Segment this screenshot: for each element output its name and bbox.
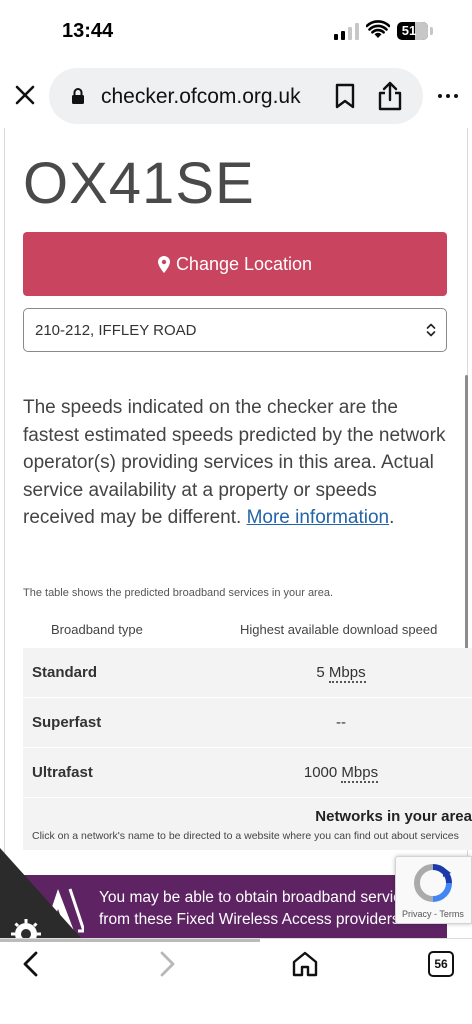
home-icon[interactable]: [290, 949, 320, 979]
map-pin-icon: [157, 255, 170, 273]
column-header-type: Broadband type: [51, 622, 143, 637]
lock-icon: [72, 88, 84, 104]
battery-level: 51: [401, 23, 417, 38]
status-bar: 13:44 51: [0, 0, 472, 64]
row-type: Ultrafast: [32, 764, 93, 781]
row-speed-value: 1000: [303, 764, 338, 781]
row-type: Standard: [32, 664, 98, 681]
forward-arrow-icon[interactable]: [154, 949, 180, 979]
row-speed-value: 5: [316, 664, 325, 681]
row-speed-unit[interactable]: Mbps: [328, 664, 366, 683]
battery-icon: 51: [397, 22, 428, 40]
address-bar[interactable]: checker.ofcom.org.uk: [49, 68, 423, 124]
url-text: checker.ofcom.org.uk: [101, 85, 301, 108]
row-speed-value: --: [336, 714, 346, 731]
row-type: Superfast: [32, 714, 102, 731]
change-location-button[interactable]: Change Location: [23, 232, 447, 296]
cellular-signal-icon: [334, 22, 360, 40]
battery-cap: [430, 27, 433, 35]
tabs-count-button[interactable]: 56: [428, 951, 454, 977]
recaptcha-text: Privacy - Terms: [402, 909, 464, 919]
address-selected-value: 210-212, IFFLEY ROAD: [35, 322, 197, 339]
info-end: .: [389, 507, 395, 528]
recaptcha-badge[interactable]: Privacy - Terms: [395, 856, 472, 924]
cookie-settings-icon[interactable]: [0, 848, 90, 938]
more-options-icon[interactable]: [434, 86, 462, 106]
back-arrow-icon[interactable]: [18, 949, 44, 979]
info-paragraph: The speeds indicated on the checker are …: [23, 394, 451, 532]
table-row: Superfast --: [23, 698, 472, 748]
networks-note: Click on a network's name to be directed…: [32, 830, 459, 842]
browser-address-row: checker.ofcom.org.uk: [0, 64, 472, 128]
row-speed: --: [243, 714, 439, 731]
row-speed: 5 Mbps: [243, 664, 439, 683]
change-location-label: Change Location: [175, 253, 313, 274]
wireless-banner-text: You may be able to obtain broadband serv…: [99, 889, 418, 928]
more-information-link[interactable]: More information: [247, 507, 390, 528]
wifi-icon: [366, 20, 390, 38]
close-icon[interactable]: [10, 80, 40, 110]
table-row: Standard 5 Mbps: [23, 648, 472, 698]
networks-section: Networks in your area Click on a network…: [23, 798, 472, 850]
recaptcha-icon: [413, 864, 452, 902]
postcode-heading: OX41SE: [23, 151, 255, 216]
select-arrows-icon: [426, 323, 436, 337]
networks-title: Networks in your area: [315, 808, 472, 825]
table-note: The table shows the predicted broadband …: [23, 587, 334, 599]
page-scroll-indicator: [0, 939, 260, 942]
row-speed: 1000 Mbps: [243, 764, 439, 783]
share-icon[interactable]: [376, 80, 404, 112]
table-row: Ultrafast 1000 Mbps: [23, 748, 472, 798]
browser-toolbar: 56: [0, 938, 472, 1024]
address-select[interactable]: 210-212, IFFLEY ROAD: [23, 308, 447, 352]
row-speed-unit[interactable]: Mbps: [341, 764, 379, 783]
bookmark-icon[interactable]: [332, 82, 358, 110]
status-time: 13:44: [62, 20, 114, 42]
web-page: OX41SE Change Location 210-212, IFFLEY R…: [0, 128, 472, 938]
column-header-speed: Highest available download speed: [240, 622, 438, 637]
